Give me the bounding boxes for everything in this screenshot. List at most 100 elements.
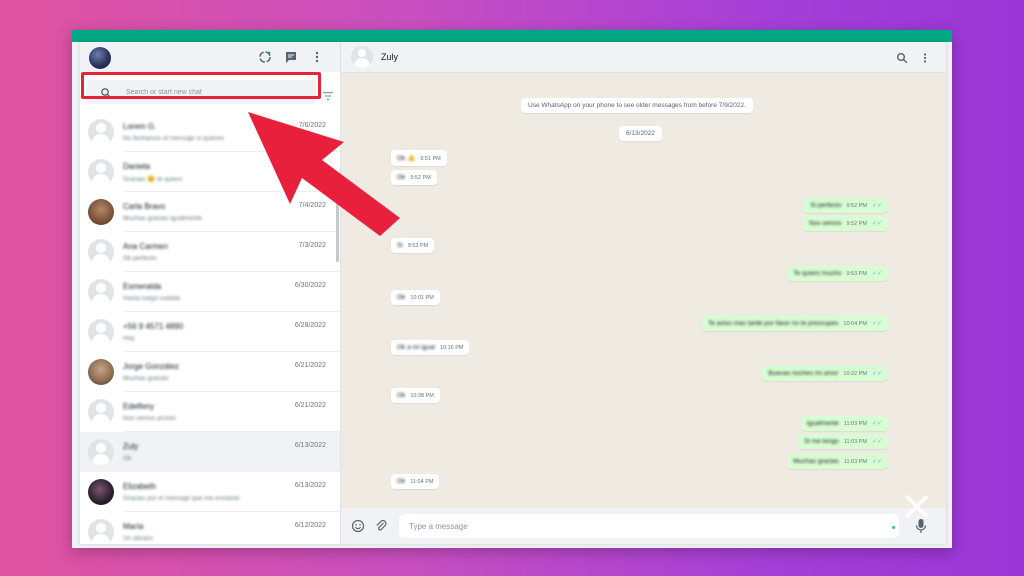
chat-avatar [88,279,114,305]
watermark-logo: ✕ [900,485,933,531]
message-text: Ok a mi igual [397,344,435,351]
incoming-message[interactable]: Ok 10:38 PM [391,388,440,403]
whatsapp-window: Lorem G. No fechamos el mensaje si quiere… [80,42,946,544]
message-input[interactable] [399,514,899,538]
incoming-message[interactable]: Si 9:53 PM [391,238,435,253]
message-text: Nos vemos [808,220,842,227]
message-time: 9:52 PM [410,175,431,181]
message-text: Ok [397,392,406,399]
message-time: 9:51 PM [420,156,441,162]
chat-date: 6/30/2022 [294,282,326,289]
outgoing-message[interactable]: Igualmente 11:03 PM ✓✓ [800,416,888,431]
chat-avatar [88,199,114,225]
chat-preview: Muchas gracias igualmente [123,215,203,222]
accent-band [72,30,952,42]
chat-row[interactable]: Edelfeny Nos vemos pronto 6/21/2022 [80,392,340,432]
read-receipt-icon: ✓✓ [871,439,882,445]
chat-row[interactable]: Zuly Ok 6/13/2022 [80,432,340,472]
incoming-message[interactable]: Ok 10:01 PM [391,290,440,305]
incoming-message[interactable]: Ok 9:52 PM [391,170,437,185]
chat-row[interactable]: Esmeralda Hasta luego cuidate 6/30/2022 [80,272,340,312]
chat-list-scrollbar[interactable] [336,202,339,262]
message-time: 11:03 PM [843,459,867,465]
chat-date: 6/28/2022 [294,322,326,329]
message-time: 9:52 PM [846,221,867,227]
status-dot [892,526,895,529]
message-text: Te aviso mas tarde por favor no te preoc… [707,320,839,327]
search-highlight-box [81,72,321,99]
conversation-pane: Zuly Use WhatsApp on your phone to see o… [341,42,946,544]
chat-preview: Nos vemos pronto [123,415,176,422]
date-chip: 6/13/2022 [619,126,662,141]
chat-preview: Gracias 😊 te quiero [123,176,183,183]
chat-name: Elizabeth [123,482,156,491]
chat-list: Lorem G. No fechamos el mensaje si quiere… [80,112,340,544]
status-icon[interactable] [258,50,272,64]
message-time: 10:22 PM [843,371,867,377]
chat-preview: Ok perfecto [123,255,157,262]
chat-row[interactable]: Ana Carmen Ok perfecto 7/3/2022 [80,232,340,272]
message-text: Te quiero mucho [793,270,842,277]
chat-row[interactable]: Carla Bravo Muchas gracias igualmente 7/4/… [80,192,340,232]
chat-row[interactable]: Daniela Gracias 😊 te quiero [80,152,340,192]
new-chat-icon[interactable] [284,50,298,64]
message-text: Ok [397,294,406,301]
filter-icon[interactable] [323,88,333,100]
chat-name: +56 9 4571 4890 [123,322,184,331]
read-receipt-icon: ✓✓ [871,421,882,427]
incoming-message[interactable]: Ok a mi igual 10:16 PM [391,340,470,355]
chat-avatar [88,359,114,385]
message-text: Si perfecto [810,202,842,209]
message-time: 10:38 PM [410,393,434,399]
incoming-message[interactable]: Ok 👍 9:51 PM [391,150,447,166]
menu-icon[interactable] [310,50,324,64]
message-text: Buenas noches mi amor [768,370,839,377]
outgoing-message[interactable]: Si me tengo 11:03 PM ✓✓ [798,434,888,449]
chat-preview: Hasta luego cuidate [123,295,181,302]
chat-date: 7/4/2022 [298,202,326,209]
outgoing-message[interactable]: Te quiero mucho 9:53 PM ✓✓ [787,266,888,281]
read-receipt-icon: ✓✓ [871,271,882,277]
chat-preview: Gracias por el mensaje que me enviaste [123,495,240,502]
outgoing-message[interactable]: Te aviso mas tarde por favor no te preoc… [701,316,888,331]
emoji-icon[interactable] [351,519,365,533]
message-text: Ok 👍 [397,155,416,162]
chat-avatar [88,399,114,425]
attach-icon[interactable] [374,519,388,533]
outgoing-message[interactable]: Si perfecto 9:52 PM ✓✓ [804,198,888,213]
chat-row[interactable]: Elizabeth Gracias por el mensaje que me e… [80,472,340,512]
chat-row[interactable]: Jorge González Muchas gracias 6/21/2022 [80,352,340,392]
chat-date: 6/12/2022 [294,522,326,529]
chat-date: 7/6/2022 [298,122,326,129]
composer-bar [341,508,946,544]
contact-avatar[interactable] [351,46,373,68]
incoming-message[interactable]: Ok 11:04 PM [391,474,440,489]
chat-row[interactable]: Lorem G. No fechamos el mensaje si quiere… [80,112,340,152]
profile-avatar[interactable] [89,47,111,69]
chat-name: Zuly [123,442,139,451]
read-receipt-icon: ✓✓ [871,459,882,465]
chat-name: Edelfeny [123,402,155,411]
chat-row[interactable]: +56 9 4571 4890 Hey 6/28/2022 [80,312,340,352]
chat-date: 6/13/2022 [294,482,326,489]
conversation-header[interactable]: Zuly [341,42,946,73]
outgoing-message[interactable]: Muchas gracias 11:03 PM ✓✓ [787,454,888,469]
message-time: 10:04 PM [843,321,867,327]
read-receipt-icon: ✓✓ [871,203,882,209]
outgoing-message[interactable]: Buenas noches mi amor 10:22 PM ✓✓ [762,366,888,381]
chat-name: Carla Bravo [123,202,166,211]
message-time: 11:03 PM [843,439,867,445]
chat-avatar [88,479,114,505]
chat-date: 6/21/2022 [294,362,326,369]
chat-avatar [88,519,114,544]
message-time: 11:04 PM [410,479,434,485]
message-text: Si [397,242,403,249]
outgoing-message[interactable]: Nos vemos 9:52 PM ✓✓ [802,216,888,231]
chat-date: 6/21/2022 [294,402,326,409]
chat-row[interactable]: María Un abrazo 6/12/2022 [80,512,340,544]
conversation-menu-icon[interactable] [919,51,931,63]
contact-name[interactable]: Zuly [381,52,398,62]
chat-preview: Un abrazo [123,535,153,542]
message-time: 10:01 PM [410,295,434,301]
search-messages-icon[interactable] [896,51,908,64]
